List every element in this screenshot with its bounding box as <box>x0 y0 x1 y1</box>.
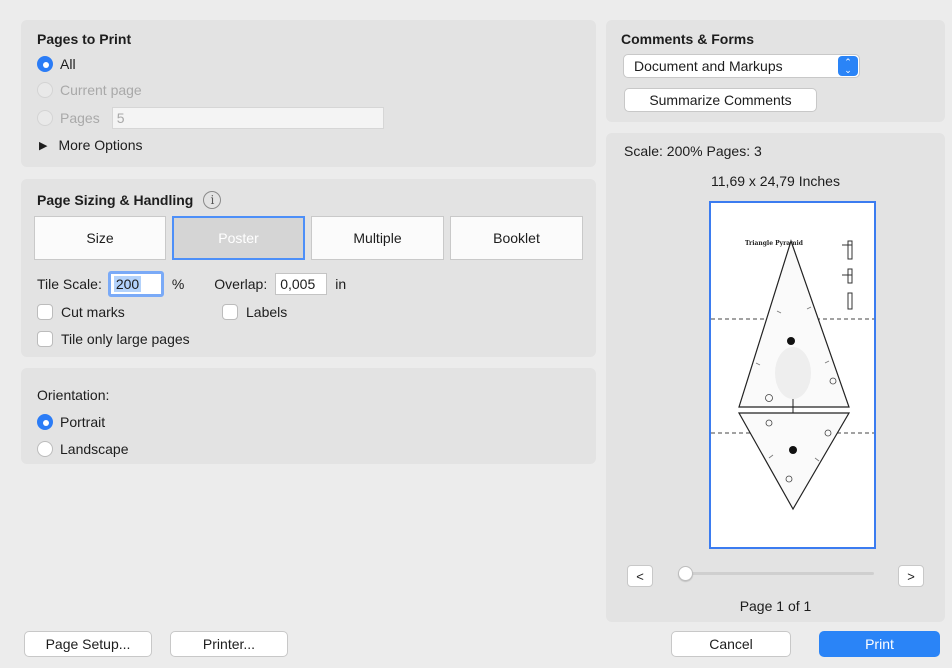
doc-title-text: Triangle Pyramid <box>745 240 804 247</box>
pages-to-print-title: Pages to Print <box>37 31 132 47</box>
pyramid-net-drawing: Triangle Pyramid <box>711 239 874 511</box>
page-setup-button[interactable]: Page Setup... <box>24 631 152 657</box>
pages-range-input[interactable]: 5 <box>111 107 384 129</box>
overlap-label: Overlap: <box>214 276 268 292</box>
print-label: Print <box>865 636 894 652</box>
page-indicator: Page 1 of 1 <box>606 595 945 617</box>
radio-landscape-label: Landscape <box>60 441 129 457</box>
tab-multiple-label: Multiple <box>353 230 402 246</box>
tab-booklet[interactable]: Booklet <box>450 216 583 260</box>
cancel-label: Cancel <box>709 636 753 652</box>
radio-landscape[interactable]: Landscape <box>37 438 129 460</box>
slider-track <box>678 572 874 575</box>
tile-large-checkbox[interactable]: Tile only large pages <box>37 328 190 350</box>
summarize-comments-button[interactable]: Summarize Comments <box>624 88 817 112</box>
radio-current-page[interactable]: Current page <box>37 79 142 101</box>
labels-check[interactable] <box>222 304 238 320</box>
tab-size-label: Size <box>86 230 114 246</box>
tile-scale-row: Tile Scale: 200 % Overlap: 0,005 in <box>37 271 347 297</box>
next-page-button[interactable]: > <box>898 565 924 587</box>
tab-poster[interactable]: Poster <box>172 216 305 260</box>
orientation-title-row: Orientation: <box>37 384 109 406</box>
info-icon[interactable]: i <box>203 191 222 209</box>
orientation-title: Orientation: <box>37 387 110 403</box>
tile-large-check[interactable] <box>37 331 53 347</box>
radio-all[interactable]: All <box>37 53 76 75</box>
printer-label: Printer... <box>202 636 256 652</box>
disclosure-triangle-icon: ▶ <box>39 139 48 152</box>
radio-pages-button[interactable] <box>37 110 53 126</box>
radio-portrait-label: Portrait <box>60 414 106 430</box>
summarize-comments-label: Summarize Comments <box>649 92 792 108</box>
radio-pages-label: Pages <box>60 110 100 126</box>
overlap-unit: in <box>335 276 347 292</box>
radio-current-page-button[interactable] <box>37 82 53 98</box>
tab-size[interactable]: Size <box>34 216 166 260</box>
radio-all-button[interactable] <box>37 56 53 72</box>
tile-large-label: Tile only large pages <box>61 331 190 347</box>
prev-page-button[interactable]: < <box>627 565 653 587</box>
tab-multiple[interactable]: Multiple <box>311 216 444 260</box>
scale-info-text: Scale: 200% Pages: 3 <box>624 143 762 159</box>
labels-checkbox[interactable]: Labels <box>222 301 287 323</box>
cut-marks-checkbox[interactable]: Cut marks <box>37 301 125 323</box>
page-sizing-title: Page Sizing & Handling <box>37 192 194 208</box>
tile-scale-input[interactable]: 200 <box>107 271 164 297</box>
paper-size-info: 11,69 x 24,79 Inches <box>606 170 945 192</box>
tile-scale-value: 200 <box>113 276 142 292</box>
more-options-disclosure[interactable]: ▶ More Options <box>37 134 143 156</box>
cut-marks-check[interactable] <box>37 304 53 320</box>
paper-size-text: 11,69 x 24,79 Inches <box>711 173 840 189</box>
printer-button[interactable]: Printer... <box>170 631 288 657</box>
radio-current-page-label: Current page <box>60 82 142 98</box>
radio-portrait[interactable]: Portrait <box>37 411 105 433</box>
comments-select-value: Document and Markups <box>634 58 783 74</box>
slider-knob[interactable] <box>678 566 693 581</box>
radio-pages[interactable]: Pages 5 <box>37 107 384 129</box>
tile-scale-label: Tile Scale: <box>37 276 102 292</box>
next-page-label: > <box>907 568 915 584</box>
scale-info: Scale: 200% Pages: 3 <box>624 140 762 162</box>
page-slider[interactable] <box>678 566 874 582</box>
radio-portrait-button[interactable] <box>37 414 53 430</box>
lower-triangle-shape <box>737 412 851 511</box>
page-sizing-header: Page Sizing & Handling i <box>37 189 222 211</box>
tab-booklet-label: Booklet <box>493 230 540 246</box>
margin-marks-icon <box>842 240 853 310</box>
page-setup-label: Page Setup... <box>45 636 131 652</box>
more-options-label: More Options <box>58 137 143 153</box>
radio-landscape-button[interactable] <box>37 441 53 457</box>
tab-poster-label: Poster <box>218 230 259 246</box>
comments-title: Comments & Forms <box>621 31 755 47</box>
overlap-input[interactable]: 0,005 <box>275 273 328 295</box>
page-indicator-text: Page 1 of 1 <box>739 598 812 614</box>
tile-scale-unit: % <box>171 276 185 292</box>
radio-all-label: All <box>60 56 76 72</box>
select-arrows-icon: ⌃ ⌄ <box>838 56 858 76</box>
cut-marks-label: Cut marks <box>61 304 125 320</box>
prev-page-label: < <box>636 568 644 584</box>
comments-select[interactable]: Document and Markups ⌃ ⌄ <box>623 54 860 78</box>
cancel-button[interactable]: Cancel <box>671 631 791 657</box>
print-button[interactable]: Print <box>819 631 940 657</box>
page-preview[interactable]: Triangle Pyramid <box>709 201 876 549</box>
labels-label: Labels <box>246 304 288 320</box>
